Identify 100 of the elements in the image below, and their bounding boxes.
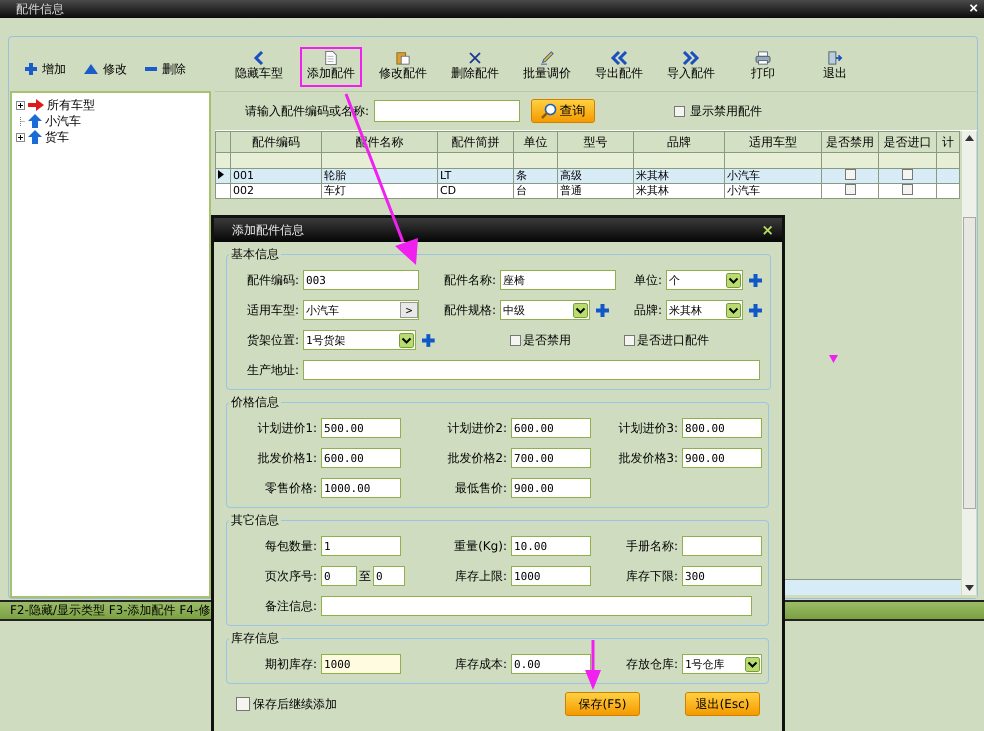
search-icon bbox=[540, 103, 557, 119]
plus-icon[interactable] bbox=[422, 334, 435, 346]
search-field[interactable] bbox=[374, 100, 520, 122]
column-header[interactable]: 适用车型 bbox=[724, 132, 822, 152]
section-title: 价格信息 bbox=[230, 394, 280, 411]
toolbar-button[interactable]: 修改 bbox=[82, 58, 129, 80]
text-field[interactable]: 003 bbox=[303, 270, 419, 290]
text-field[interactable] bbox=[682, 536, 762, 556]
text-field[interactable]: 700.00 bbox=[511, 448, 591, 468]
column-header[interactable]: 单位 bbox=[514, 132, 558, 152]
toolbar-button[interactable]: 修改配件 bbox=[367, 47, 439, 87]
toolbar-button[interactable]: 导入配件 bbox=[655, 47, 727, 87]
range-separator: 至 bbox=[358, 568, 372, 584]
tree-item[interactable]: 小汽车 bbox=[45, 112, 81, 130]
dropdown-field[interactable]: 1号货架 bbox=[303, 330, 416, 350]
checkbox[interactable] bbox=[674, 106, 686, 116]
exit-door-icon bbox=[827, 51, 843, 65]
table-row[interactable]: 001 轮胎 LT 条 高级 米其林 小汽车 bbox=[216, 168, 960, 184]
text-field[interactable]: 1000.00 bbox=[321, 478, 401, 498]
double-chevron-right-icon bbox=[682, 51, 700, 65]
toolbar-button[interactable]: 删除 bbox=[143, 58, 188, 80]
field-label: 库存成本: bbox=[454, 656, 508, 672]
toolbar-button[interactable]: 打印 bbox=[727, 47, 799, 87]
expand-icon[interactable] bbox=[16, 100, 25, 110]
text-field[interactable]: 900.00 bbox=[682, 448, 762, 468]
checkbox[interactable] bbox=[844, 184, 856, 195]
checkbox[interactable] bbox=[902, 170, 913, 180]
dropdown-field[interactable]: 米其林 bbox=[666, 300, 743, 320]
dropdown-field[interactable]: 个 bbox=[666, 270, 743, 290]
text-field[interactable] bbox=[321, 596, 752, 616]
checkbox[interactable] bbox=[510, 334, 521, 346]
text-field[interactable]: 500.00 bbox=[321, 418, 401, 438]
table-cell: CD bbox=[438, 184, 514, 198]
toolbar-button[interactable]: 批量调价 bbox=[511, 47, 583, 87]
text-field[interactable] bbox=[303, 360, 760, 380]
plus-icon[interactable] bbox=[749, 274, 762, 286]
picker-field[interactable]: 小汽车 > bbox=[303, 300, 419, 320]
text-field[interactable]: 10.00 bbox=[511, 536, 591, 556]
field-label: 生产地址: bbox=[246, 362, 300, 378]
text-field[interactable]: 0.00 bbox=[511, 654, 591, 674]
document-icon bbox=[324, 51, 338, 65]
checkbox[interactable] bbox=[624, 334, 635, 346]
expand-icon[interactable] bbox=[16, 132, 25, 142]
row-pointer-icon bbox=[218, 170, 224, 179]
scroll-up-icon[interactable] bbox=[964, 135, 974, 141]
picker-button[interactable]: > bbox=[400, 302, 418, 318]
scrollbar[interactable] bbox=[962, 131, 976, 595]
tree-item[interactable]: 货车 bbox=[45, 128, 69, 146]
dropdown-icon bbox=[745, 656, 760, 672]
field-label: 备注信息: bbox=[264, 598, 318, 614]
column-header[interactable]: 品牌 bbox=[634, 132, 724, 152]
table-cell: 小汽车 bbox=[724, 184, 822, 198]
text-field[interactable]: 800.00 bbox=[682, 418, 762, 438]
text-field[interactable]: 600.00 bbox=[511, 418, 591, 438]
field-label: 配件编码: bbox=[246, 272, 300, 288]
toolbar-button[interactable]: 退出 bbox=[799, 47, 871, 87]
text-field[interactable]: 600.00 bbox=[321, 448, 401, 468]
text-field[interactable]: 300 bbox=[682, 566, 762, 586]
toolbar-button[interactable]: 删除配件 bbox=[439, 47, 511, 87]
toolbar-button[interactable]: 添加配件 bbox=[300, 47, 362, 87]
text-field[interactable]: 1 bbox=[321, 536, 401, 556]
plus-icon bbox=[25, 63, 37, 75]
text-field[interactable]: 900.00 bbox=[511, 478, 591, 498]
tree-item[interactable]: 所有车型 bbox=[47, 96, 95, 114]
exit-button[interactable]: 退出(Esc) bbox=[685, 692, 760, 716]
text-field[interactable]: 0 bbox=[373, 566, 405, 586]
checkbox[interactable] bbox=[844, 170, 856, 180]
toolbar-button[interactable]: 增加 bbox=[23, 58, 68, 80]
delete-icon bbox=[468, 51, 482, 65]
text-field[interactable]: 座椅 bbox=[500, 270, 616, 290]
column-header[interactable]: 计 bbox=[936, 132, 960, 152]
close-button[interactable]: × bbox=[757, 221, 778, 239]
column-header[interactable]: 是否进口 bbox=[878, 132, 936, 152]
field-label: 库存下限: bbox=[624, 568, 679, 584]
column-header[interactable]: 配件简拼 bbox=[438, 132, 514, 152]
scroll-down-icon[interactable] bbox=[964, 585, 974, 591]
search-button[interactable]: 查询 bbox=[531, 99, 596, 123]
checkbox[interactable] bbox=[236, 697, 250, 711]
column-header[interactable]: 型号 bbox=[558, 132, 634, 152]
field-label: 单位: bbox=[632, 272, 663, 288]
dropdown-field[interactable]: 中级 bbox=[500, 300, 590, 320]
toolbar-button[interactable]: 导出配件 bbox=[583, 47, 655, 87]
section-title: 基本信息 bbox=[230, 246, 280, 263]
dropdown-field[interactable]: 1号仓库 bbox=[682, 654, 762, 674]
save-button[interactable]: 保存(F5) bbox=[565, 692, 640, 716]
toolbar-button[interactable]: 隐藏车型 bbox=[223, 47, 295, 87]
checkbox[interactable] bbox=[902, 184, 913, 195]
column-header[interactable]: 是否禁用 bbox=[822, 132, 878, 152]
field-label: 库存上限: bbox=[454, 568, 508, 584]
table-row[interactable]: 002 车灯 CD 台 普通 米其林 小汽车 bbox=[216, 184, 960, 198]
table-cell: 002 bbox=[230, 184, 322, 198]
column-header[interactable]: 配件编码 bbox=[230, 132, 322, 152]
text-field[interactable]: 0 bbox=[321, 566, 357, 586]
plus-icon[interactable] bbox=[749, 304, 762, 316]
scroll-thumb[interactable] bbox=[962, 217, 976, 509]
plus-icon[interactable] bbox=[596, 304, 609, 316]
close-button[interactable]: × bbox=[967, 1, 980, 17]
text-field[interactable]: 1000 bbox=[511, 566, 591, 586]
text-field[interactable]: 1000 bbox=[321, 654, 401, 674]
dropdown-icon bbox=[726, 302, 741, 318]
